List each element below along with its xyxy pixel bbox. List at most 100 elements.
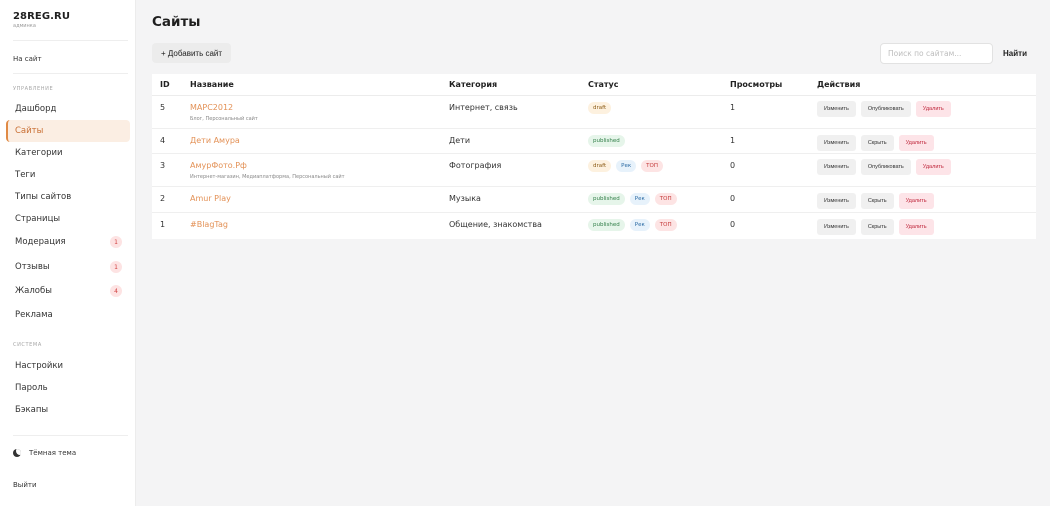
cell-views: 0 [730, 194, 736, 203]
header-id: ID [160, 80, 170, 89]
search-button[interactable]: Найти [996, 43, 1034, 64]
row-actions: Изменить Скрыть Удалить [817, 135, 934, 151]
cell-views: 0 [730, 161, 736, 170]
table-row: 3 АмурФото.Рф Интернет-магазин, Медиапла… [152, 154, 1036, 187]
sidebar-item-pages[interactable]: Страницы [6, 208, 130, 230]
cell-views: 1 [730, 136, 736, 145]
sidebar-item-site-types[interactable]: Типы сайтов [6, 186, 130, 208]
brand[interactable]: 28REG.RU админка [13, 11, 70, 29]
rek-badge: Рек [629, 193, 650, 205]
sidebar-item-complaints[interactable]: Жалобы 4 [6, 280, 130, 302]
moon-icon [13, 449, 21, 457]
hide-button[interactable]: Скрыть [860, 219, 894, 235]
status-badge: draft [588, 102, 612, 114]
sidebar-item-tags[interactable]: Теги [6, 164, 130, 186]
delete-button[interactable]: Удалить [898, 193, 934, 209]
site-name-link[interactable]: АмурФото.Рф [190, 161, 247, 170]
publish-button[interactable]: Опубликовать [860, 101, 911, 117]
sidebar-item-label: Отзывы [15, 262, 50, 272]
header-name: Название [190, 80, 234, 89]
publish-button[interactable]: Опубликовать [860, 159, 911, 175]
top-badge: ТОП [654, 219, 677, 231]
top-badge: ТОП [641, 160, 663, 172]
site-name-link[interactable]: Дети Амура [190, 136, 240, 145]
status-badges: draft Рек ТОП [588, 160, 663, 172]
cell-id: 2 [160, 194, 166, 203]
status-badge: published [588, 219, 625, 231]
status-badge: published [588, 135, 625, 147]
status-badges: published Рек ТОП [588, 193, 677, 205]
header-status: Статус [588, 80, 619, 89]
cell-id: 4 [160, 136, 166, 145]
sidebar-item-label: Пароль [15, 383, 48, 393]
hide-button[interactable]: Скрыть [860, 193, 894, 209]
rek-badge: Рек [616, 160, 637, 172]
sidebar-item-moderation[interactable]: Модерация 1 [6, 231, 130, 253]
cell-views: 1 [730, 103, 736, 112]
delete-button[interactable]: Удалить [915, 101, 951, 117]
edit-button[interactable]: Изменить [817, 135, 856, 151]
table-row: 4 Дети Амура Дети published 1 Изменить С… [152, 129, 1036, 154]
status-badges: draft [588, 102, 612, 114]
sidebar-item-settings[interactable]: Настройки [6, 355, 130, 377]
sidebar-item-reviews[interactable]: Отзывы 1 [6, 256, 130, 278]
sidebar-item-label: Страницы [15, 214, 61, 224]
brand-title: 28REG.RU [13, 11, 71, 22]
table-row: 2 Amur Play Музыка published Рек ТОП 0 И… [152, 187, 1036, 213]
header-views: Просмотры [730, 80, 783, 89]
site-types: Интернет-магазин, Медиаплатформа, Персон… [190, 174, 345, 180]
cell-category: Общение, знакомства [449, 220, 542, 229]
sidebar: 28REG.RU админка На сайт УПРАВЛЕНИЕ Дашб… [0, 0, 136, 506]
edit-button[interactable]: Изменить [817, 101, 856, 117]
sidebar-item-password[interactable]: Пароль [6, 377, 130, 399]
row-actions: Изменить Скрыть Удалить [817, 219, 934, 235]
status-badges: published [588, 135, 625, 147]
table-row: 1 #BlagTag Общение, знакомства published… [152, 213, 1036, 239]
cell-views: 0 [730, 220, 736, 229]
edit-button[interactable]: Изменить [817, 193, 856, 209]
row-actions: Изменить Опубликовать Удалить [817, 159, 951, 175]
site-types: Блог, Персональный сайт [190, 116, 258, 122]
table-row: 5 МАРС2012 Блог, Персональный сайт Интер… [152, 96, 1036, 129]
hide-button[interactable]: Скрыть [860, 135, 894, 151]
sidebar-item-sites[interactable]: Сайты [6, 120, 130, 142]
theme-toggle[interactable]: Тёмная тема [13, 449, 76, 457]
search-input[interactable] [880, 43, 993, 64]
sidebar-item-label: Сайты [15, 126, 44, 136]
sidebar-item-categories[interactable]: Категории [6, 142, 130, 164]
cell-category: Фотография [449, 161, 502, 170]
site-name-link[interactable]: Amur Play [190, 194, 231, 203]
edit-button[interactable]: Изменить [817, 159, 856, 175]
divider [13, 73, 128, 74]
sidebar-item-label: Модерация [15, 237, 66, 247]
site-name-link[interactable]: МАРС2012 [190, 103, 233, 112]
sidebar-item-backups[interactable]: Бэкапы [6, 399, 130, 421]
divider [13, 40, 128, 41]
theme-toggle-label: Тёмная тема [29, 449, 77, 457]
status-badges: published Рек ТОП [588, 219, 677, 231]
delete-button[interactable]: Удалить [898, 219, 934, 235]
table-header: ID Название Категория Статус Просмотры Д… [152, 74, 1036, 96]
count-badge: 1 [110, 236, 122, 248]
page-title: Сайты [152, 14, 201, 30]
cell-id: 5 [160, 103, 166, 112]
site-name-link[interactable]: #BlagTag [190, 220, 228, 229]
row-actions: Изменить Опубликовать Удалить [817, 101, 951, 117]
delete-button[interactable]: Удалить [898, 135, 934, 151]
sidebar-item-ads[interactable]: Реклама [6, 304, 130, 326]
logout-link[interactable]: Выйти [13, 481, 37, 489]
status-badge: published [588, 193, 625, 205]
rek-badge: Рек [629, 219, 650, 231]
sidebar-item-label: Реклама [15, 310, 53, 320]
edit-button[interactable]: Изменить [817, 219, 856, 235]
to-site-link[interactable]: На сайт [13, 55, 42, 63]
section-label-system: СИСТЕМА [13, 342, 42, 348]
sidebar-item-label: Категории [15, 148, 63, 158]
top-badge: ТОП [654, 193, 677, 205]
section-label-manage: УПРАВЛЕНИЕ [13, 86, 54, 92]
cell-id: 1 [160, 220, 166, 229]
sidebar-item-dashboard[interactable]: Дашборд [6, 98, 130, 120]
status-badge: draft [588, 160, 612, 172]
add-site-button[interactable]: + Добавить сайт [152, 43, 232, 63]
delete-button[interactable]: Удалить [915, 159, 951, 175]
